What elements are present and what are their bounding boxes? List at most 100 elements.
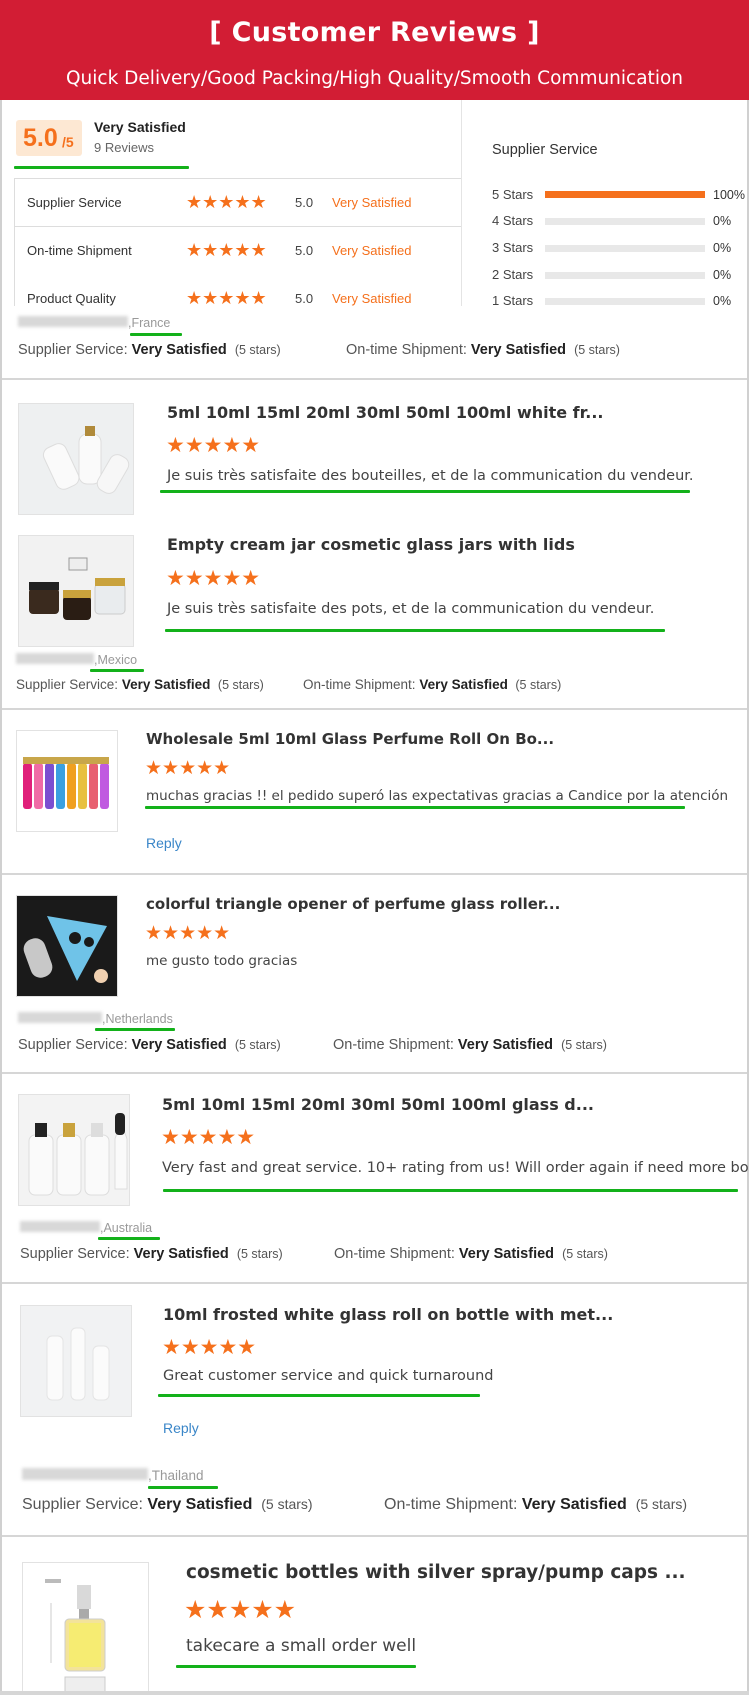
review-comment: me gusto todo gracias: [146, 953, 298, 969]
star-rating-icon: ★★★★★: [145, 923, 231, 944]
rating-score: 5.0: [295, 243, 314, 258]
review-ratings-line: Supplier Service: Very Satisfied (5 star…: [20, 1246, 283, 1262]
rating-text: Very Satisfied: [332, 243, 412, 258]
reviewer-name: ,Mexico: [16, 653, 137, 667]
underline: [145, 806, 685, 809]
reviewer-country: ,Mexico: [94, 653, 138, 667]
distribution-bar: [545, 245, 705, 252]
underline: [98, 1237, 160, 1240]
underline: [14, 166, 189, 169]
underline: [158, 1394, 480, 1397]
star-rating-icon: ★★★★★: [184, 1596, 297, 1624]
divider: [2, 1535, 747, 1537]
divider: [461, 100, 462, 306]
product-thumbnail[interactable]: [18, 1094, 130, 1206]
distribution-label: 1 Stars: [492, 293, 534, 308]
distribution-percent: 0%: [713, 294, 732, 308]
distribution-percent: 0%: [713, 214, 732, 228]
reviewer-country: ,Netherlands: [102, 1012, 173, 1026]
divider: [14, 178, 15, 306]
star-rating-icon: ★★★★★: [145, 758, 231, 779]
rating-text: Very Satisfied: [332, 291, 412, 306]
rating-score: 5.0: [295, 195, 314, 210]
product-title-link[interactable]: 5ml 10ml 15ml 20ml 30ml 50ml 100ml white…: [167, 403, 603, 422]
review-comment: Je suis très satisfaite des pots, et de …: [167, 601, 655, 617]
divider: [0, 1691, 749, 1695]
distribution-percent: 100%: [713, 188, 745, 202]
product-thumbnail[interactable]: [22, 1562, 149, 1695]
divider: [2, 1072, 747, 1074]
product-thumbnail[interactable]: [18, 403, 134, 515]
review-comment: Very fast and great service. 10+ rating …: [162, 1160, 749, 1176]
banner-title: [ Customer Reviews ]: [209, 17, 540, 48]
reviewer-country: ,Thailand: [148, 1468, 204, 1483]
overall-score-suffix: /5: [62, 134, 74, 150]
product-thumbnail[interactable]: [18, 535, 134, 647]
review-count: 9 Reviews: [94, 140, 154, 155]
underline: [160, 490, 690, 493]
star-rating-icon: ★★★★★: [166, 434, 261, 457]
product-title-link[interactable]: Wholesale 5ml 10ml Glass Perfume Roll On…: [146, 730, 554, 748]
distribution-bar: [545, 298, 705, 305]
rating-score: 5.0: [295, 291, 314, 306]
overall-score: 5.0: [23, 124, 58, 152]
review-comment: Great customer service and quick turnaro…: [163, 1368, 494, 1384]
review-ratings-line: On-time Shipment: Very Satisfied (5 star…: [303, 677, 562, 692]
product-title-link[interactable]: 5ml 10ml 15ml 20ml 30ml 50ml 100ml glass…: [162, 1095, 594, 1114]
underline: [130, 333, 182, 336]
overall-satisfaction: Very Satisfied: [94, 119, 186, 135]
underline: [165, 629, 665, 632]
reply-link[interactable]: Reply: [163, 1420, 199, 1436]
divider: [2, 873, 747, 875]
star-rating-icon: ★★★★★: [186, 192, 267, 212]
underline: [163, 1189, 738, 1192]
product-thumbnail[interactable]: [16, 730, 118, 832]
review-ratings-line: On-time Shipment: Very Satisfied (5 star…: [384, 1496, 688, 1513]
product-title-link[interactable]: cosmetic bottles with silver spray/pump …: [186, 1562, 686, 1583]
reviewer-name: ,Australia: [20, 1221, 152, 1235]
review-ratings-line: Supplier Service: Very Satisfied (5 star…: [18, 1037, 281, 1053]
reviewer-country: ,Australia: [100, 1221, 153, 1235]
divider: [14, 226, 462, 227]
product-thumbnail[interactable]: [16, 895, 118, 997]
star-rating-icon: ★★★★★: [186, 240, 267, 260]
product-title-link[interactable]: colorful triangle opener of perfume glas…: [146, 895, 560, 913]
banner-subtitle: Quick Delivery/Good Packing/High Quality…: [65, 68, 683, 89]
underline: [176, 1665, 416, 1668]
distribution-bar: [545, 272, 705, 279]
review-comment: Je suis très satisfaite des bouteilles, …: [167, 468, 694, 484]
distribution-label: 4 Stars: [492, 213, 534, 228]
distribution-bar-fill: [545, 191, 705, 198]
review-comment: takecare a small order well: [186, 1636, 417, 1656]
review-ratings-line: On-time Shipment: Very Satisfied (5 star…: [346, 342, 620, 358]
product-title-link[interactable]: Empty cream jar cosmetic glass jars with…: [167, 535, 575, 554]
distribution-bar: [545, 218, 705, 225]
overall-score-badge: 5.0 /5: [16, 120, 82, 156]
reviewer-name: ,Netherlands: [18, 1012, 173, 1026]
rating-text: Very Satisfied: [332, 195, 412, 210]
divider: [2, 708, 747, 710]
rating-label: Product Quality: [27, 291, 116, 306]
reviewer-country: ,France: [128, 316, 171, 330]
distribution-bar: [545, 191, 705, 198]
underline: [90, 669, 144, 672]
star-rating-icon: ★★★★★: [161, 1126, 256, 1149]
divider: [2, 378, 747, 380]
reply-link[interactable]: Reply: [146, 835, 182, 851]
product-thumbnail[interactable]: [20, 1305, 132, 1417]
header-banner: [ Customer Reviews ] Quick Delivery/Good…: [0, 0, 749, 100]
reviewer-name: ,Thailand: [22, 1468, 204, 1483]
distribution-percent: 0%: [713, 241, 732, 255]
rating-label: On-time Shipment: [27, 243, 132, 258]
review-ratings-line: On-time Shipment: Very Satisfied (5 star…: [334, 1246, 608, 1262]
divider: [14, 178, 462, 179]
review-ratings-line: Supplier Service: Very Satisfied (5 star…: [22, 1496, 313, 1513]
distribution-title: Supplier Service: [492, 142, 598, 158]
star-rating-icon: ★★★★★: [186, 288, 267, 308]
review-ratings-line: On-time Shipment: Very Satisfied (5 star…: [333, 1037, 607, 1053]
rating-label: Supplier Service: [27, 195, 122, 210]
underline: [148, 1486, 218, 1489]
product-title-link[interactable]: 10ml frosted white glass roll on bottle …: [163, 1305, 613, 1324]
star-rating-icon: ★★★★★: [162, 1336, 257, 1359]
underline: [95, 1028, 175, 1031]
